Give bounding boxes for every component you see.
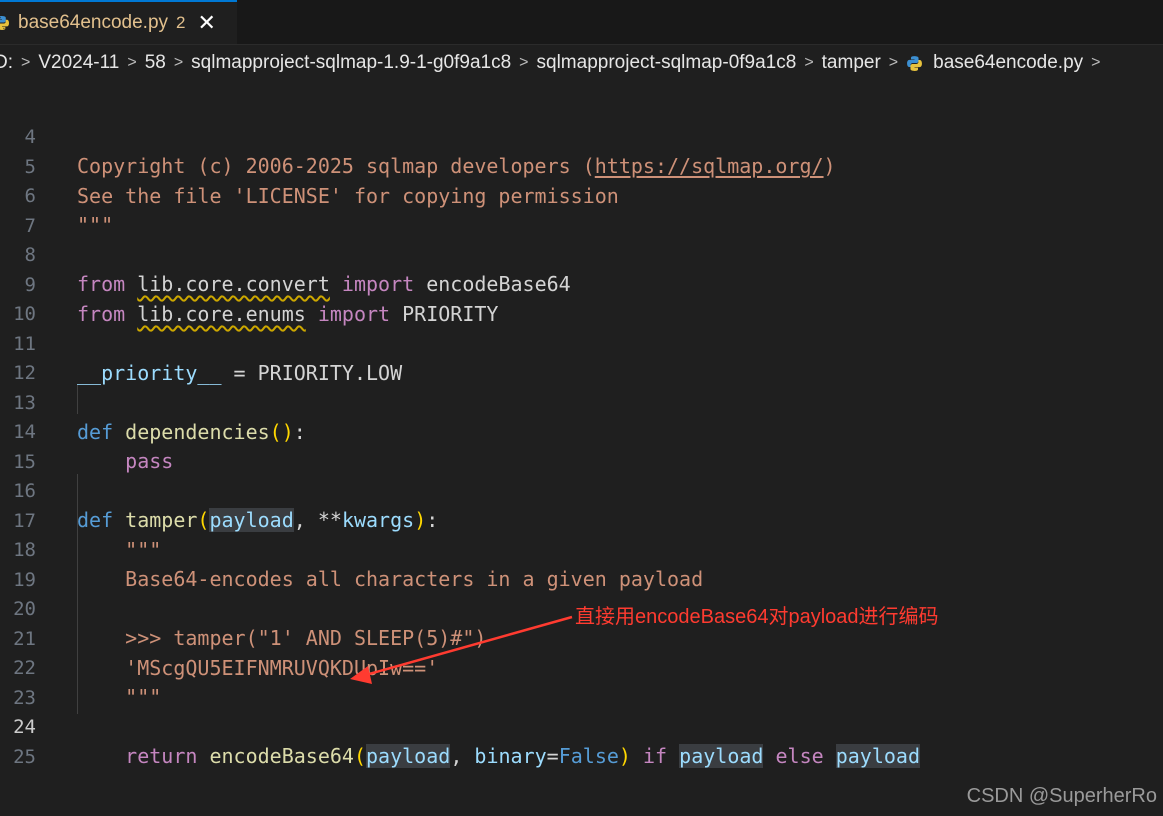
annotation-arrow xyxy=(350,615,573,684)
annotation-text: 直接用encodeBase64对payload进行编码 xyxy=(575,606,939,628)
watermark: CSDN @SuperherRo xyxy=(966,785,1157,807)
